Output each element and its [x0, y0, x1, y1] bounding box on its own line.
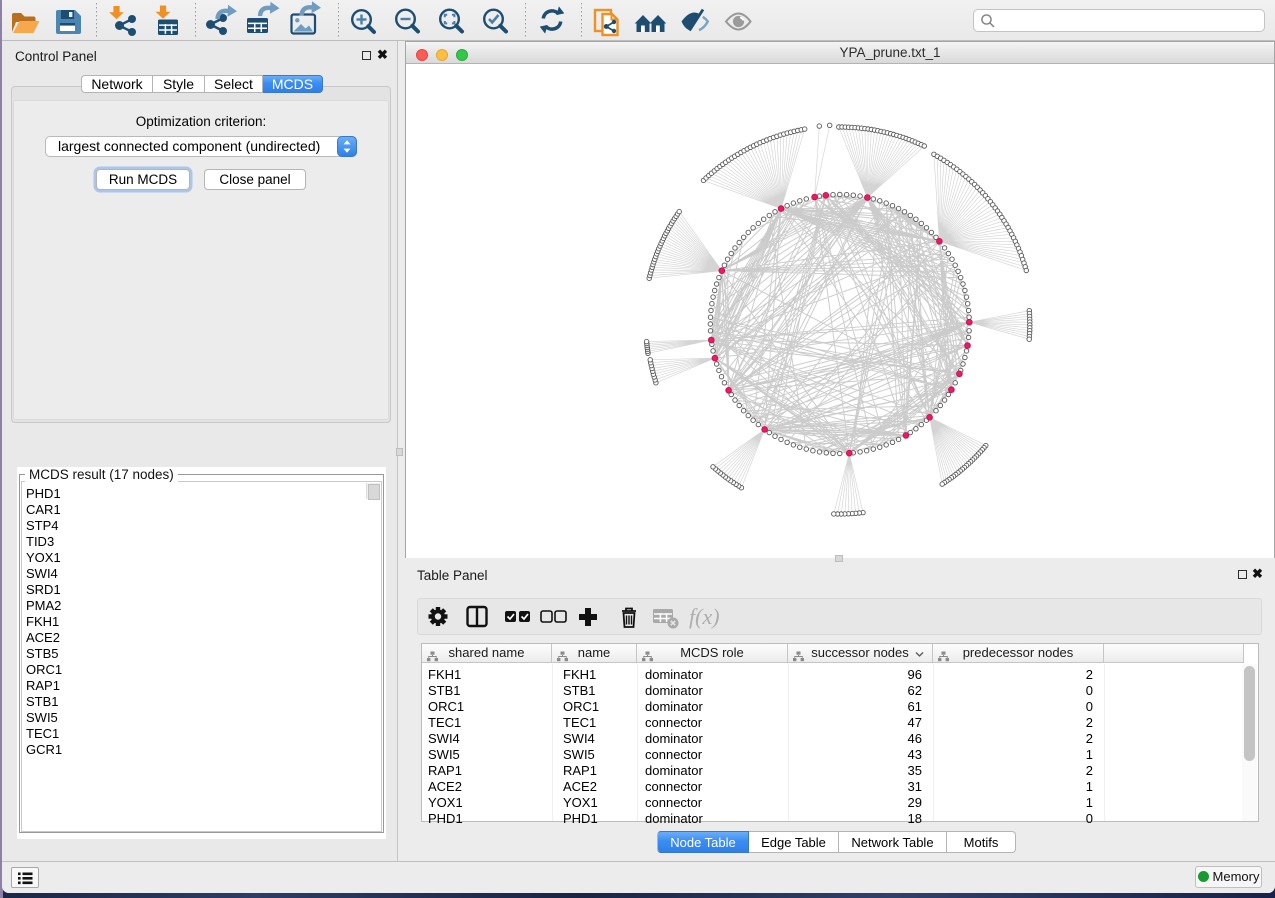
svg-text:f(x): f(x): [689, 604, 720, 629]
